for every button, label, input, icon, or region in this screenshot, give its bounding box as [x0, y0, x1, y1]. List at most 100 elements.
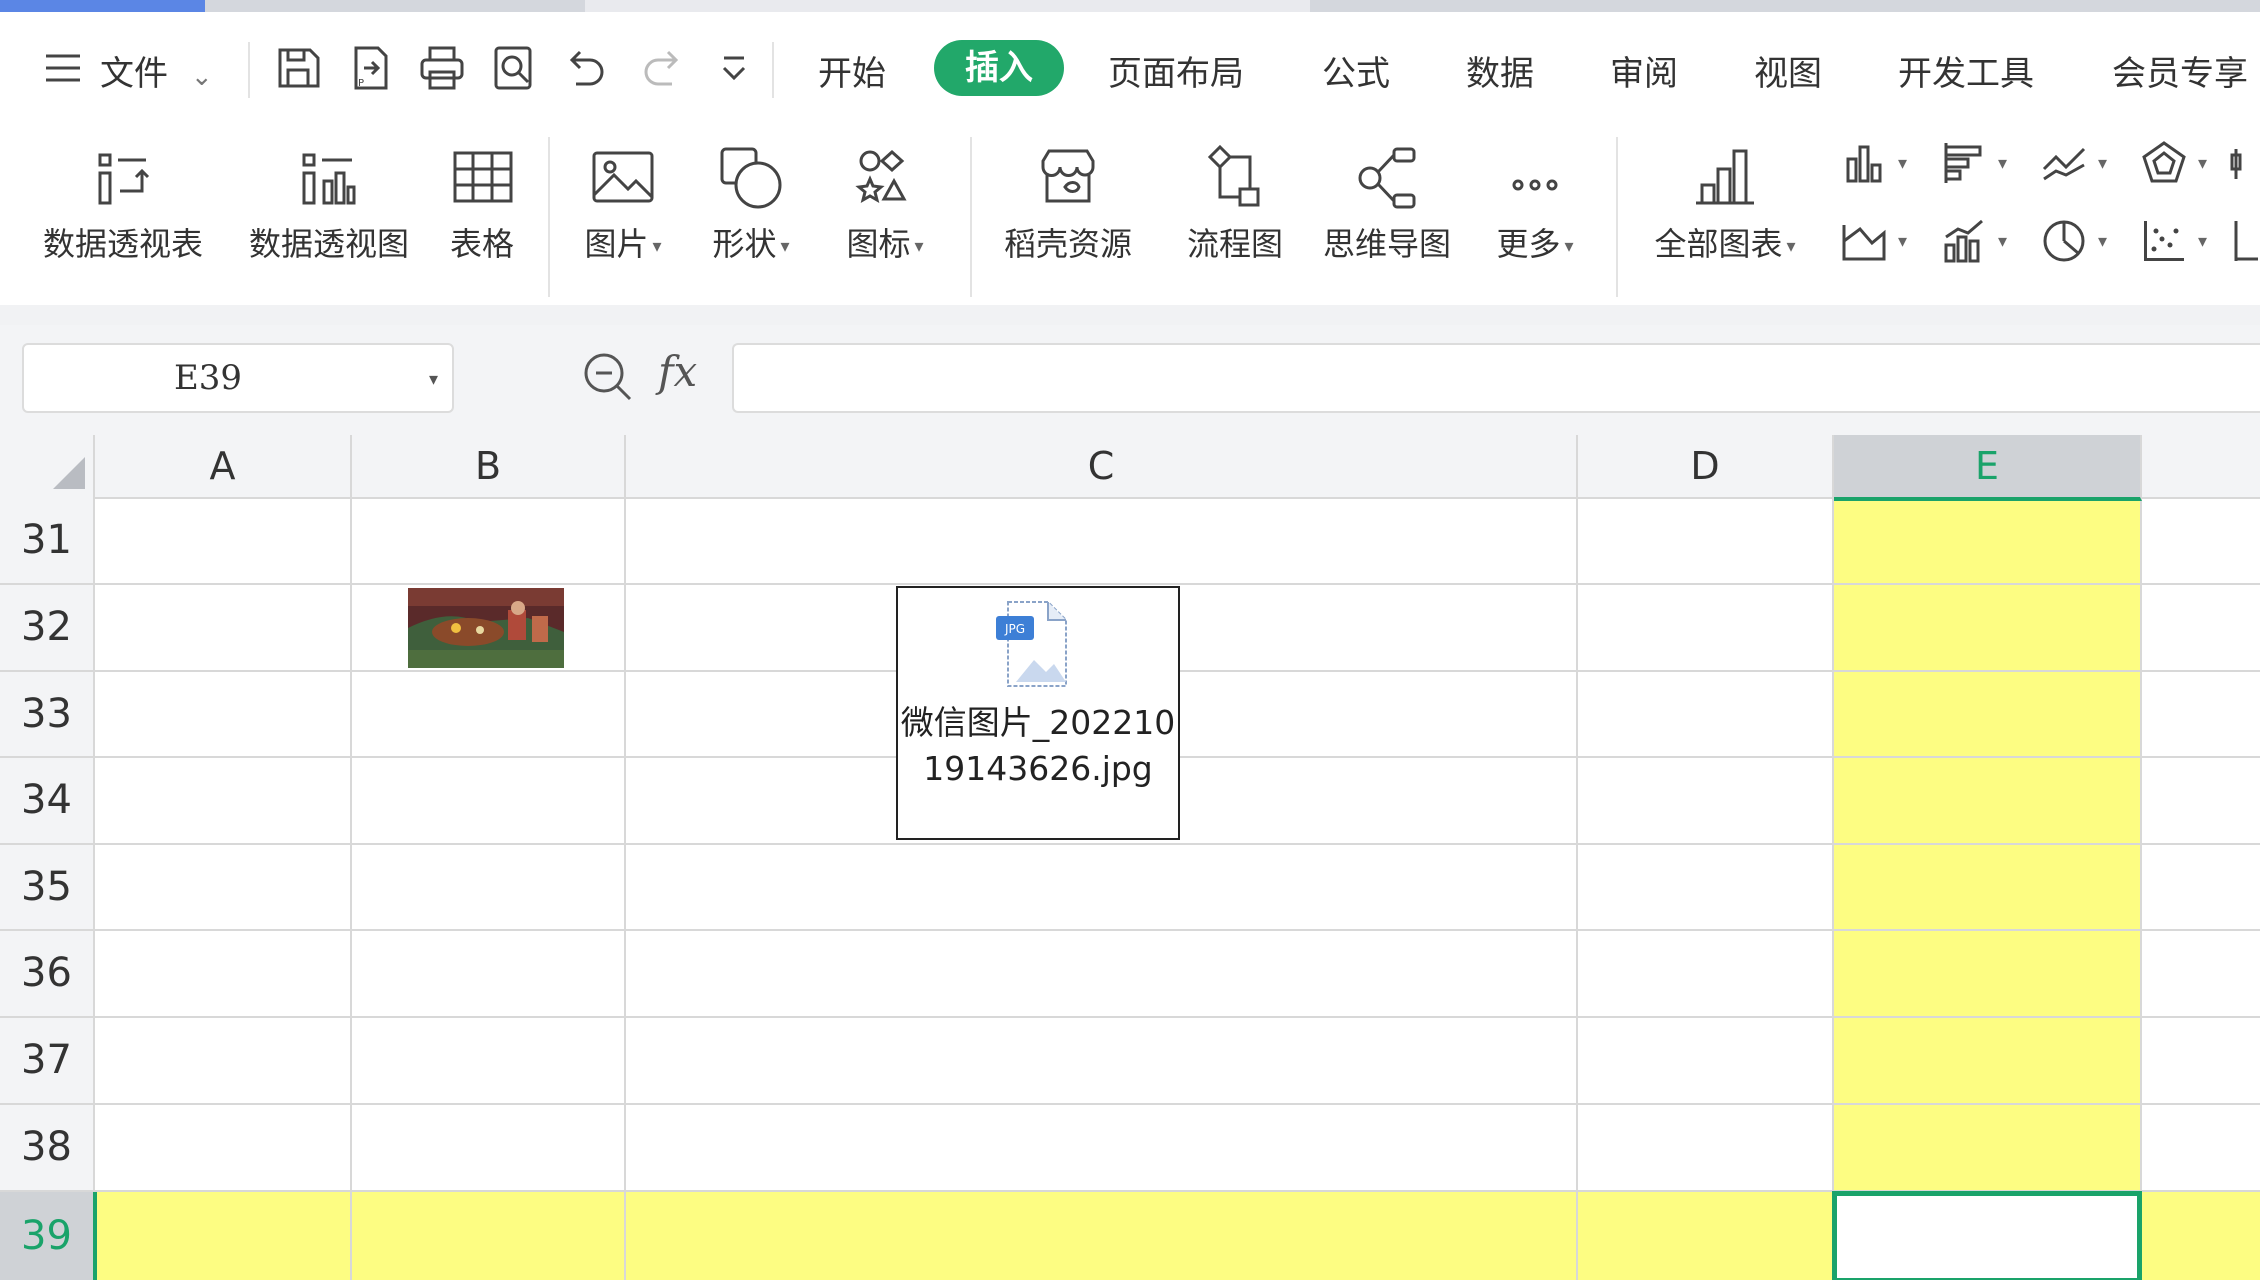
column-header-a[interactable]: A [95, 435, 352, 499]
column-chart-button[interactable]: ▾ [1840, 139, 1914, 195]
gridline [1832, 497, 1834, 1280]
undo-icon[interactable] [560, 42, 612, 94]
formula-input[interactable] [732, 343, 2260, 413]
radar-chart-icon [2142, 141, 2186, 183]
tab-page-layout[interactable]: 页面布局 [1108, 46, 1244, 95]
tab-home[interactable]: 开始 [818, 46, 886, 95]
all-charts-icon [1688, 141, 1762, 215]
tab-data[interactable]: 数据 [1466, 46, 1534, 95]
gridline [1576, 497, 1578, 1280]
attachment-filename-line2: 19143626.jpg [923, 749, 1153, 788]
column-header-f[interactable] [2142, 435, 2260, 499]
gridline [350, 497, 352, 1280]
radar-chart-button[interactable]: ▾ [2140, 139, 2214, 195]
dropdown-caret-icon: ▾ [780, 235, 790, 257]
file-type-badge: JPG [1004, 622, 1025, 636]
pivot-chart-button[interactable]: 数据透视图 [236, 127, 422, 305]
mind-map-label: 思维导图 [1322, 225, 1451, 263]
tab-formulas[interactable]: 公式 [1322, 46, 1390, 95]
area-chart-icon [1842, 225, 1886, 261]
row-header-34[interactable]: 34 [0, 758, 95, 845]
tab-view[interactable]: 视图 [1754, 46, 1822, 95]
file-menu[interactable]: 文件 ⌄ [100, 46, 213, 95]
all-charts-button[interactable]: 全部图表 ▾ [1640, 127, 1810, 305]
mind-map-icon [1350, 141, 1424, 215]
table-button[interactable]: 表格 [432, 127, 532, 305]
embedded-picture[interactable] [408, 588, 564, 668]
icon-library-icon [848, 141, 922, 215]
stock-chart-icon [2230, 149, 2242, 179]
print-preview-icon[interactable] [488, 42, 540, 94]
column-header-e[interactable]: E [1834, 435, 2142, 501]
dropdown-caret-icon: ▾ [2098, 153, 2108, 174]
window-tab-strip [0, 0, 2260, 12]
formula-bar: E39 ▾ fx [0, 325, 2260, 435]
row-header-37[interactable]: 37 [0, 1018, 95, 1105]
row-header-31[interactable]: 31 [0, 497, 95, 585]
column-header-d[interactable]: D [1578, 435, 1834, 499]
more-button[interactable]: 更多 ▾ [1470, 127, 1600, 305]
dropdown-caret-icon: ▾ [2198, 231, 2208, 252]
row-header-36[interactable]: 36 [0, 931, 95, 1018]
ribbon-divider [0, 305, 2260, 325]
zoom-formula-icon[interactable] [578, 347, 638, 407]
gridline [93, 1103, 2260, 1105]
insert-function-button[interactable]: fx [658, 347, 697, 396]
window-tab[interactable] [205, 0, 585, 12]
shape-label: 形状 [712, 225, 777, 263]
tab-review[interactable]: 审阅 [1610, 46, 1678, 95]
pie-chart-button[interactable]: ▾ [2040, 217, 2114, 273]
file-menu-label: 文件 [100, 54, 168, 94]
select-all-corner[interactable] [0, 435, 95, 499]
pie-chart-icon [2043, 220, 2085, 262]
row-header-33[interactable]: 33 [0, 672, 95, 758]
flowchart-button[interactable]: 流程图 [1166, 127, 1304, 305]
pivot-table-label: 数据透视表 [42, 225, 203, 263]
icon-library-button[interactable]: 图标 ▾ [828, 127, 942, 305]
row-header-35[interactable]: 35 [0, 845, 95, 931]
row-header-39[interactable]: 39 [0, 1192, 97, 1280]
column-header-c[interactable]: C [626, 435, 1578, 499]
shape-button[interactable]: 形状 ▾ [694, 127, 808, 305]
combo-chart-button[interactable]: ▾ [1940, 217, 2014, 273]
bar-chart-button[interactable]: ▾ [1940, 139, 2014, 195]
svg-text:P: P [358, 78, 364, 89]
pivot-chart-label: 数据透视图 [248, 225, 409, 263]
hamburger-menu-icon[interactable] [40, 42, 92, 94]
customize-toolbar-icon[interactable] [708, 42, 760, 94]
active-cell-e39[interactable] [1832, 1191, 2142, 1280]
picture-button[interactable]: 图片 ▾ [566, 127, 680, 305]
gridline [93, 1016, 2260, 1018]
file-attachment-object[interactable]: JPG 微信图片_202210 19143626.jpg [896, 586, 1180, 840]
mind-map-button[interactable]: 思维导图 [1314, 127, 1460, 305]
gridline [93, 583, 2260, 585]
export-icon[interactable]: P [344, 42, 396, 94]
divider [970, 137, 972, 297]
dropdown-caret-icon: ▾ [1998, 153, 2008, 174]
pivot-table-button[interactable]: 数据透视表 [30, 127, 216, 305]
table-icon [445, 141, 519, 215]
row-header-32[interactable]: 32 [0, 585, 95, 672]
docer-resources-button[interactable]: 稻壳资源 [988, 127, 1148, 305]
redo-icon[interactable] [636, 42, 688, 94]
area-chart-button[interactable]: ▾ [1840, 217, 1914, 273]
row-header-38[interactable]: 38 [0, 1105, 95, 1192]
dropdown-caret-icon[interactable]: ▾ [429, 369, 438, 390]
save-icon[interactable] [272, 42, 324, 94]
name-box[interactable]: E39 ▾ [22, 343, 454, 413]
scatter-chart-button[interactable]: ▾ [2140, 217, 2214, 273]
tab-developer[interactable]: 开发工具 [1898, 46, 2034, 95]
column-header-b[interactable]: B [352, 435, 626, 499]
scatter-chart-icon [2144, 221, 2184, 261]
tab-member[interactable]: 会员专享 [2112, 46, 2248, 95]
ribbon-toolbar: 数据透视表 数据透视图 表格 图片 ▾ 形状 ▾ 图标 ▾ 稻壳资源 流程图 思… [0, 127, 2260, 305]
picture-label: 图片 [584, 225, 649, 263]
print-icon[interactable] [416, 42, 468, 94]
tab-insert[interactable]: 插入 [934, 40, 1064, 96]
stock-chart-button[interactable] [2230, 139, 2260, 195]
window-tab[interactable] [1310, 0, 2260, 12]
more-charts-button[interactable] [2230, 217, 2260, 273]
active-window-tab[interactable] [0, 0, 205, 12]
flowchart-icon [1198, 141, 1272, 215]
line-chart-button[interactable]: ▾ [2040, 139, 2114, 195]
